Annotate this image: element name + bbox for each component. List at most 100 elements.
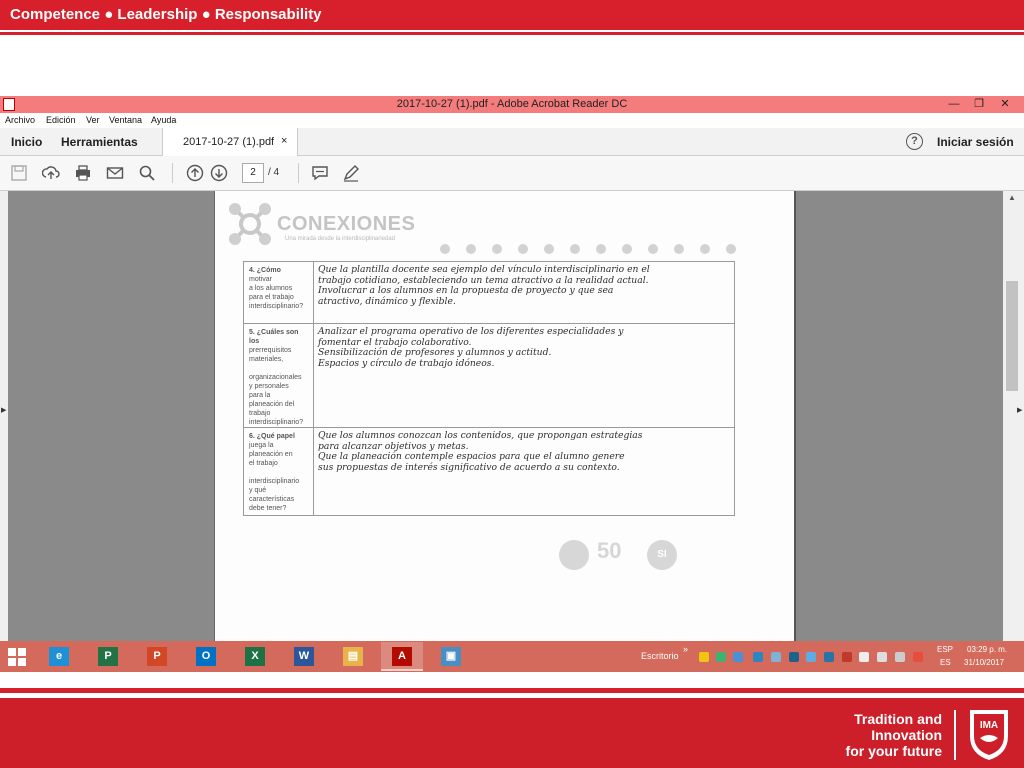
mail-icon[interactable] — [106, 164, 124, 182]
tray-flag-icon[interactable] — [877, 652, 887, 662]
footer-slogan-line: for your future — [845, 743, 942, 759]
binding-dot — [700, 244, 710, 254]
minimize-icon[interactable]: — — [941, 96, 967, 113]
taskbar-acrobat-button[interactable]: A — [381, 642, 423, 671]
scroll-up-icon[interactable]: ▲ — [1008, 193, 1016, 202]
clock-time[interactable]: 03:29 p. m. — [967, 645, 1007, 654]
page-up-icon[interactable] — [186, 164, 204, 182]
institution-seals: 50 SI — [553, 536, 713, 576]
window-titlebar[interactable]: 2017-10-27 (1).pdf - Adobe Acrobat Reade… — [0, 96, 1024, 113]
menu-edicion[interactable]: Edición — [46, 115, 76, 125]
taskbar-ie-button[interactable]: e — [38, 642, 80, 671]
table-row: 6. ¿Qué papel juega la planeación en el … — [243, 427, 735, 516]
tray-app-icon[interactable] — [806, 652, 816, 662]
question-cell: 6. ¿Qué papel juega la planeación en el … — [243, 427, 314, 516]
binding-dot — [596, 244, 606, 254]
tray-app-icon[interactable] — [842, 652, 852, 662]
tray-outlook-icon[interactable] — [824, 652, 834, 662]
footer-slogan-line: Innovation — [871, 727, 942, 743]
menu-ver[interactable]: Ver — [86, 115, 100, 125]
tab-close-icon[interactable]: × — [281, 135, 287, 147]
question-line: motivar — [249, 276, 272, 283]
binding-dot — [622, 244, 632, 254]
project-icon: P — [98, 647, 118, 666]
question-line: juega la — [249, 442, 274, 449]
question-line: 5. ¿Cuáles son los — [249, 329, 299, 345]
close-icon[interactable]: ✕ — [992, 96, 1018, 113]
acrobat-icon: A — [392, 647, 412, 666]
binding-dot — [492, 244, 502, 254]
upload-icon[interactable] — [42, 164, 60, 182]
left-pane-toggle[interactable]: ▶ — [0, 191, 8, 641]
save-icon[interactable] — [10, 164, 28, 182]
tray-app-icon[interactable] — [771, 652, 781, 662]
menu-bar: Archivo Edición Ver Ventana Ayuda — [0, 113, 1024, 128]
header-divider-red — [0, 32, 1024, 35]
answer-line: Espacios y círculo de trabajo idóneos. — [318, 357, 495, 369]
menu-ayuda[interactable]: Ayuda — [151, 115, 176, 125]
help-icon[interactable]: ? — [906, 133, 923, 150]
taskbar-explorer-button[interactable]: ▤ — [332, 642, 374, 671]
conexiones-logo-icon — [229, 203, 271, 245]
tray-network-icon[interactable] — [895, 652, 905, 662]
question-line: interdisciplinario — [249, 478, 300, 485]
footer-slogan-line: Tradition and — [854, 711, 942, 727]
taskbar-powerpoint-button[interactable]: P — [136, 642, 178, 671]
windows-start-icon[interactable] — [8, 648, 26, 666]
print-icon[interactable] — [74, 164, 92, 182]
windows-taskbar: e P P O X W ▤ A ▣ Escritorio » ESP ES 03:29 p. m… — [0, 641, 1024, 672]
answer-line: Que la plantilla docente sea ejemplo del… — [318, 264, 650, 275]
document-logo-subtitle: Una mirada desde la interdisciplinarieda… — [285, 236, 396, 242]
taskbar-outlook-button[interactable]: O — [185, 642, 227, 671]
search-icon[interactable] — [138, 164, 156, 182]
tab-herramientas[interactable]: Herramientas — [61, 135, 138, 149]
taskbar-excel-button[interactable]: X — [234, 642, 276, 671]
menu-archivo[interactable]: Archivo — [5, 115, 35, 125]
page-down-icon[interactable] — [210, 164, 228, 182]
scroll-thumb[interactable] — [1006, 281, 1018, 391]
volume-icon[interactable] — [859, 652, 869, 662]
page-number-input[interactable]: 2 — [242, 163, 264, 183]
toolbar-separator — [298, 163, 299, 183]
question-line: organizacionales — [249, 374, 302, 381]
clock-date[interactable]: 31/10/2017 — [964, 658, 1004, 667]
taskbar-project-button[interactable]: P — [87, 642, 129, 671]
pen-icon[interactable] — [342, 164, 360, 182]
shield-logo-text: IMA — [980, 720, 998, 731]
questions-table: 4. ¿Cómo motivar a los alumnos para el t… — [243, 261, 735, 516]
question-line — [249, 468, 310, 477]
menu-ventana[interactable]: Ventana — [109, 115, 142, 125]
binding-dot — [570, 244, 580, 254]
binding-dot — [674, 244, 684, 254]
tab-document[interactable]: 2017-10-27 (1).pdf × — [162, 128, 298, 156]
question-line: para el trabajo — [249, 294, 294, 301]
slide: Competence ● Leadership ● Responsability… — [0, 0, 1024, 768]
pdf-page[interactable]: CONEXIONES Una mirada desde la interdisc… — [214, 191, 796, 641]
expand-right-icon[interactable]: ▶ — [1017, 406, 1022, 414]
tray-sync-icon[interactable] — [913, 652, 923, 662]
taskbar-word-button[interactable]: W — [283, 642, 325, 671]
vertical-scrollbar[interactable]: ▲ ▶ — [1003, 191, 1024, 641]
tray-app-icon[interactable] — [753, 652, 763, 662]
question-line: características — [249, 496, 295, 503]
comment-icon[interactable] — [311, 164, 329, 182]
question-line: interdisciplinario? — [249, 303, 304, 310]
desktop-label[interactable]: Escritorio — [641, 651, 679, 661]
expand-left-icon[interactable]: ▶ — [1, 406, 6, 414]
toolbar-chevron-icon[interactable]: » — [683, 644, 688, 654]
tray-check-icon[interactable] — [716, 652, 726, 662]
tray-mail-icon[interactable] — [699, 652, 709, 662]
keyboard-indicator[interactable]: ES — [940, 658, 951, 667]
toolbar-separator — [172, 163, 173, 183]
answer-cell: Analizar el programa operativo de los di… — [313, 323, 735, 428]
taskbar-photos-button[interactable]: ▣ — [430, 642, 472, 671]
language-indicator[interactable]: ESP — [937, 645, 953, 654]
question-cell: 5. ¿Cuáles son los prerrequisitos materi… — [243, 323, 314, 428]
tray-cloud-icon[interactable] — [733, 652, 743, 662]
question-line: prerrequisitos — [249, 347, 292, 354]
binding-dot — [466, 244, 476, 254]
tray-app-icon[interactable] — [789, 652, 799, 662]
signin-button[interactable]: Iniciar sesión — [937, 135, 1014, 149]
tab-inicio[interactable]: Inicio — [11, 135, 42, 149]
restore-icon[interactable]: ❐ — [966, 96, 992, 113]
